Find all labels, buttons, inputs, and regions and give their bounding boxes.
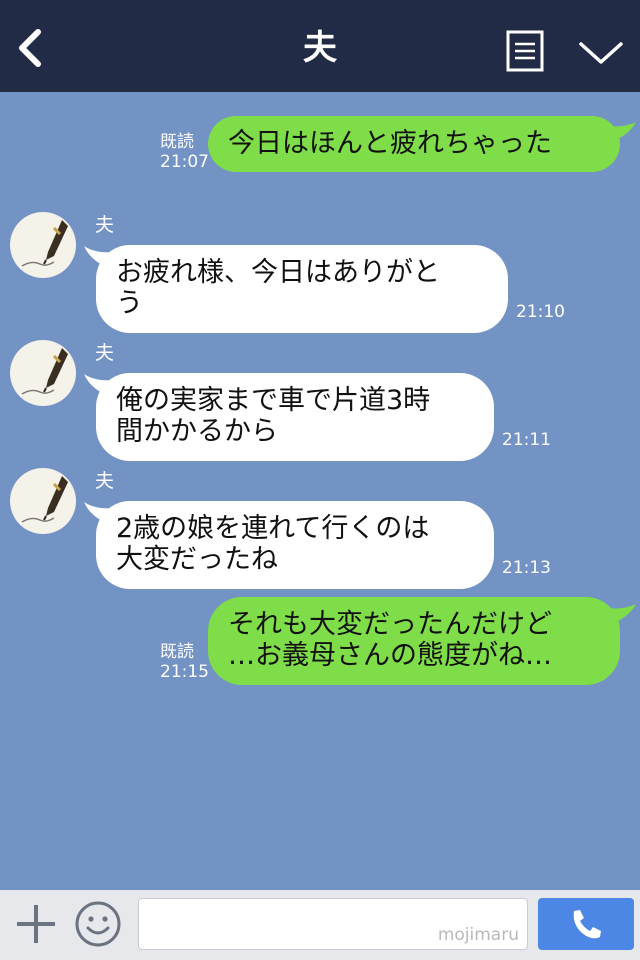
message-text-line: …お義母さんの態度がね… (228, 640, 552, 671)
call-button[interactable] (538, 898, 634, 950)
smile-icon[interactable] (74, 900, 122, 948)
read-receipt: 既読 (160, 132, 194, 152)
sender-name: 夫 (95, 342, 115, 364)
message-text-line: 間かかるから (116, 416, 278, 447)
avatar[interactable] (10, 468, 76, 534)
message-text-line: 大変だったね (116, 544, 278, 575)
avatar[interactable] (10, 340, 76, 406)
sender-name: 夫 (95, 470, 115, 492)
message-input[interactable]: mojimaru (138, 898, 528, 950)
fountain-pen-avatar-icon (21, 476, 68, 523)
sent-message-bubble[interactable]: それも大変だったんだけど …お義母さんの態度がね… (208, 597, 620, 685)
message-text: 今日はほんと疲れちゃった (228, 128, 552, 159)
bubble-tail (604, 604, 636, 624)
received-message-bubble[interactable]: 2歳の娘を連れて行くのは 大変だったね (96, 501, 494, 589)
message-time: 21:10 (516, 302, 565, 322)
avatar[interactable] (10, 212, 76, 278)
message-text-line: お疲れ様、今日はありがと (116, 257, 440, 288)
chevron-down-icon[interactable] (578, 38, 624, 68)
message-text-line: 2歳の娘を連れて行くのは (116, 513, 430, 544)
read-receipt: 既読 (160, 642, 194, 662)
sender-name: 夫 (95, 214, 115, 236)
message-time: 21:13 (502, 558, 551, 578)
plus-icon[interactable] (14, 902, 58, 946)
received-message-bubble[interactable]: お疲れ様、今日はありがと う (96, 245, 508, 333)
message-text-line: う (116, 288, 143, 319)
message-time: 21:11 (502, 430, 551, 450)
message-time: 21:15 (160, 662, 209, 682)
fountain-pen-avatar-icon (21, 220, 68, 267)
chat-area[interactable]: 既読 21:07 今日はほんと疲れちゃった 夫 お疲れ様、今日はありがと う 2… (0, 92, 640, 890)
fountain-pen-avatar-icon (21, 348, 68, 395)
phone-icon (573, 910, 601, 939)
received-message-bubble[interactable]: 俺の実家まで車で片道3時 間かかるから (96, 373, 494, 461)
watermark-text: mojimaru (437, 925, 519, 945)
bubble-tail (604, 122, 636, 142)
back-icon[interactable] (10, 26, 50, 70)
chat-title: 夫 (303, 28, 337, 68)
message-text-line: それも大変だったんだけど (228, 609, 552, 640)
menu-icon[interactable] (506, 30, 544, 74)
sent-message-bubble[interactable]: 今日はほんと疲れちゃった (208, 116, 620, 172)
message-time: 21:07 (160, 152, 209, 172)
message-text-line: 俺の実家まで車で片道3時 (116, 385, 431, 416)
